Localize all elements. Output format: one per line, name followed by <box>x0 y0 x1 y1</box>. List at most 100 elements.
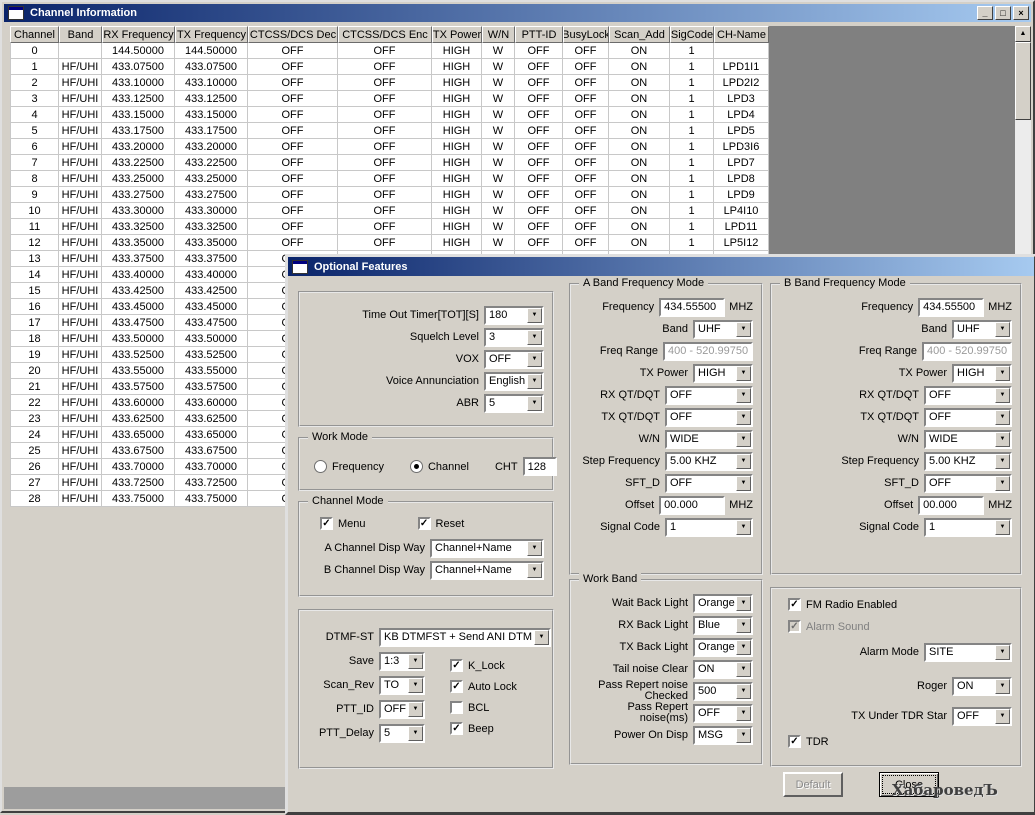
table-cell[interactable]: OFF <box>563 171 609 187</box>
table-cell[interactable]: OFF <box>248 171 338 187</box>
close-window-button[interactable]: × <box>1013 6 1029 20</box>
checkbox-reset[interactable]: ✓ Reset <box>417 517 464 530</box>
table-cell[interactable]: 433.12500 <box>175 91 248 107</box>
table-cell[interactable]: 433.60000 <box>175 395 248 411</box>
table-cell[interactable]: 28 <box>10 491 59 507</box>
table-cell[interactable]: HF/UHI <box>59 411 102 427</box>
checkbox-icon[interactable]: ✓ <box>788 598 801 611</box>
dropdown-sft-d[interactable]: OFF ▼ <box>924 473 1012 493</box>
checkbox-tdr[interactable]: ✓ TDR <box>788 735 1020 748</box>
table-cell[interactable]: HIGH <box>432 155 482 171</box>
chevron-down-icon[interactable]: ▼ <box>995 431 1010 447</box>
dropdown-power-on-disp[interactable]: MSG ▼ <box>693 725 753 745</box>
table-cell[interactable]: 433.57500 <box>102 379 175 395</box>
table-cell[interactable]: 433.62500 <box>102 411 175 427</box>
table-cell[interactable]: 433.40000 <box>102 267 175 283</box>
checkbox-beep[interactable]: ✓ Beep <box>450 722 517 735</box>
chevron-down-icon[interactable]: ▼ <box>995 387 1010 403</box>
table-cell[interactable]: 433.15000 <box>175 107 248 123</box>
table-cell[interactable]: HIGH <box>432 107 482 123</box>
radio-channel[interactable]: Channel <box>409 460 469 473</box>
chevron-down-icon[interactable]: ▼ <box>736 639 751 655</box>
table-cell[interactable]: OFF <box>248 59 338 75</box>
table-cell[interactable]: 9 <box>10 187 59 203</box>
dropdown-tx-qt-dqt[interactable]: OFF ▼ <box>665 407 753 427</box>
chevron-down-icon[interactable]: ▼ <box>995 365 1010 381</box>
radio-icon[interactable] <box>314 460 327 473</box>
dropdown-rx-back-light[interactable]: Blue ▼ <box>693 615 753 635</box>
table-cell[interactable]: 433.27500 <box>175 187 248 203</box>
table-cell[interactable]: OFF <box>563 235 609 251</box>
table-cell[interactable]: OFF <box>515 91 563 107</box>
table-cell[interactable]: ON <box>609 91 670 107</box>
chevron-down-icon[interactable]: ▼ <box>527 329 542 345</box>
table-cell[interactable]: HF/UHI <box>59 171 102 187</box>
chevron-down-icon[interactable]: ▼ <box>527 540 542 556</box>
table-cell[interactable]: W <box>482 171 515 187</box>
table-cell[interactable]: HIGH <box>432 91 482 107</box>
table-cell[interactable]: ON <box>609 123 670 139</box>
chevron-down-icon[interactable]: ▼ <box>736 321 751 337</box>
chevron-down-icon[interactable]: ▼ <box>995 409 1010 425</box>
table-cell[interactable]: 18 <box>10 331 59 347</box>
table-cell[interactable]: 3 <box>10 91 59 107</box>
dropdown-w-n[interactable]: WIDE ▼ <box>665 429 753 449</box>
table-cell[interactable]: LPD4 <box>714 107 769 123</box>
table-cell[interactable]: OFF <box>563 139 609 155</box>
table-cell[interactable]: HIGH <box>432 203 482 219</box>
table-cell[interactable]: HIGH <box>432 235 482 251</box>
table-cell[interactable]: 433.72500 <box>175 475 248 491</box>
table-cell[interactable]: HIGH <box>432 139 482 155</box>
table-cell[interactable]: ON <box>609 219 670 235</box>
dropdown-scan-rev[interactable]: TO ▼ <box>379 675 425 695</box>
table-cell[interactable]: 1 <box>670 59 714 75</box>
table-cell[interactable]: 1 <box>670 155 714 171</box>
table-cell[interactable]: 433.45000 <box>175 299 248 315</box>
table-cell[interactable]: ON <box>609 43 670 59</box>
table-cell[interactable]: OFF <box>338 219 432 235</box>
table-cell[interactable]: HIGH <box>432 123 482 139</box>
table-cell[interactable]: HF/UHI <box>59 443 102 459</box>
table-cell[interactable]: HF/UHI <box>59 123 102 139</box>
table-cell[interactable]: OFF <box>248 219 338 235</box>
dropdown-sft-d[interactable]: OFF ▼ <box>665 473 753 493</box>
dropdown-step-frequency[interactable]: 5.00 KHZ ▼ <box>924 451 1012 471</box>
table-cell[interactable]: W <box>482 203 515 219</box>
table-cell[interactable]: OFF <box>515 123 563 139</box>
table-row[interactable]: 10 HF/UHI 433.30000 433.30000 OFF OFF HIGH W OFF… <box>10 203 769 219</box>
chevron-down-icon[interactable]: ▼ <box>995 678 1010 694</box>
table-cell[interactable]: HF/UHI <box>59 475 102 491</box>
chevron-down-icon[interactable]: ▼ <box>736 595 751 611</box>
table-cell[interactable]: 433.32500 <box>175 219 248 235</box>
table-cell[interactable]: 1 <box>670 75 714 91</box>
table-cell[interactable]: 16 <box>10 299 59 315</box>
table-row[interactable]: 0 144.50000 144.50000 OFF OFF HIGH W OFF OFF ON 1 <box>10 43 769 59</box>
table-cell[interactable]: 433.17500 <box>175 123 248 139</box>
table-cell[interactable]: HF/UHI <box>59 347 102 363</box>
table-cell[interactable]: HIGH <box>432 219 482 235</box>
dropdown-tx-qt-dqt[interactable]: OFF ▼ <box>924 407 1012 427</box>
table-cell[interactable]: HF/UHI <box>59 395 102 411</box>
table-cell[interactable]: 433.42500 <box>102 283 175 299</box>
table-cell[interactable]: 433.75000 <box>102 491 175 507</box>
scroll-up-icon[interactable]: ▲ <box>1015 26 1031 42</box>
table-cell[interactable]: W <box>482 123 515 139</box>
table-cell[interactable]: HF/UHI <box>59 283 102 299</box>
table-cell[interactable]: 433.70000 <box>175 459 248 475</box>
chevron-down-icon[interactable]: ▼ <box>534 629 549 645</box>
minimize-button[interactable]: _ <box>977 6 993 20</box>
table-cell[interactable]: 433.50000 <box>102 331 175 347</box>
table-cell[interactable]: 433.22500 <box>175 155 248 171</box>
table-cell[interactable]: HF/UHI <box>59 315 102 331</box>
checkbox-icon[interactable]: ✓ <box>417 517 431 530</box>
table-row[interactable]: 6 HF/UHI 433.20000 433.20000 OFF OFF HIGH W OFF O… <box>10 139 769 155</box>
table-cell[interactable]: HF/UHI <box>59 299 102 315</box>
table-cell[interactable]: OFF <box>515 155 563 171</box>
table-cell[interactable]: OFF <box>563 107 609 123</box>
table-cell[interactable]: OFF <box>338 123 432 139</box>
table-cell[interactable]: 433.45000 <box>102 299 175 315</box>
table-cell[interactable]: LPD2I2 <box>714 75 769 91</box>
maximize-button[interactable]: □ <box>995 6 1011 20</box>
table-cell[interactable]: OFF <box>563 203 609 219</box>
table-cell[interactable]: 433.22500 <box>102 155 175 171</box>
